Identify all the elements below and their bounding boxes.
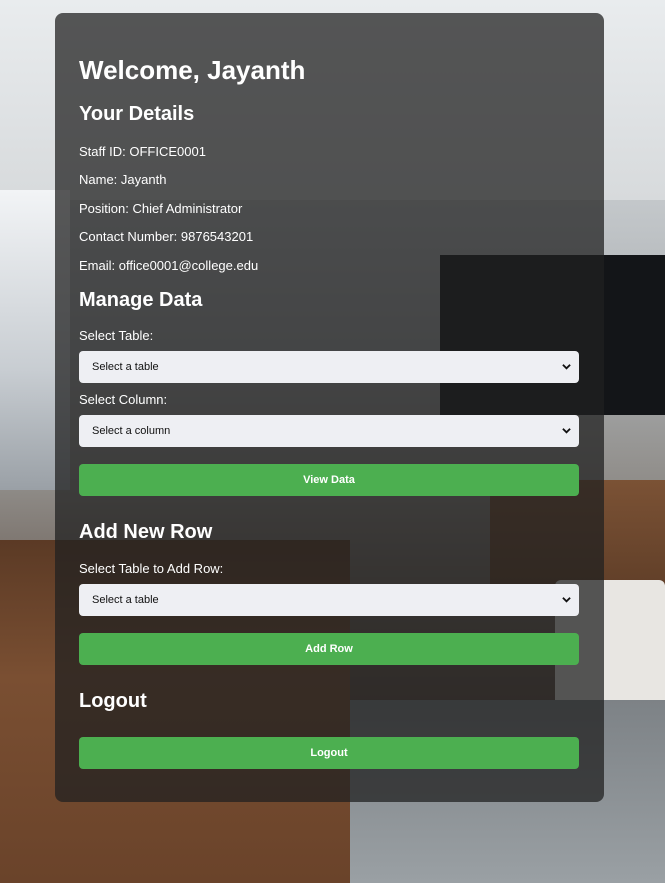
select-table-add-row-label: Select Table to Add Row: [79,561,224,576]
add-row-button[interactable]: Add Row [79,633,579,665]
select-column-value: Select a column [92,425,171,437]
staff-id-text: Staff ID: OFFICE0001 [79,144,206,159]
add-row-table-value: Select a table [92,594,159,606]
chevron-down-icon [562,428,571,434]
name-text: Name: Jayanth [79,172,167,187]
details-heading: Your Details [79,103,195,125]
select-table-dropdown[interactable]: Select a table [79,351,579,383]
dashboard-panel: Welcome, Jayanth Your Details Staff ID: … [55,13,604,802]
welcome-title: Welcome, Jayanth [79,55,306,85]
add-new-row-heading: Add New Row [79,521,213,543]
select-table-value: Select a table [92,361,159,373]
logout-heading: Logout [79,690,147,712]
chevron-down-icon [562,364,571,370]
chevron-down-icon [562,597,571,603]
email-text: Email: office0001@college.edu [79,258,259,273]
manage-data-heading: Manage Data [79,289,203,311]
select-table-label: Select Table: [79,328,154,343]
add-row-table-dropdown[interactable]: Select a table [79,584,579,616]
select-column-label: Select Column: [79,392,168,407]
logout-button[interactable]: Logout [79,737,579,769]
position-text: Position: Chief Administrator [79,201,243,216]
view-data-button[interactable]: View Data [79,464,579,496]
select-column-dropdown[interactable]: Select a column [79,415,579,447]
contact-text: Contact Number: 9876543201 [79,229,254,244]
